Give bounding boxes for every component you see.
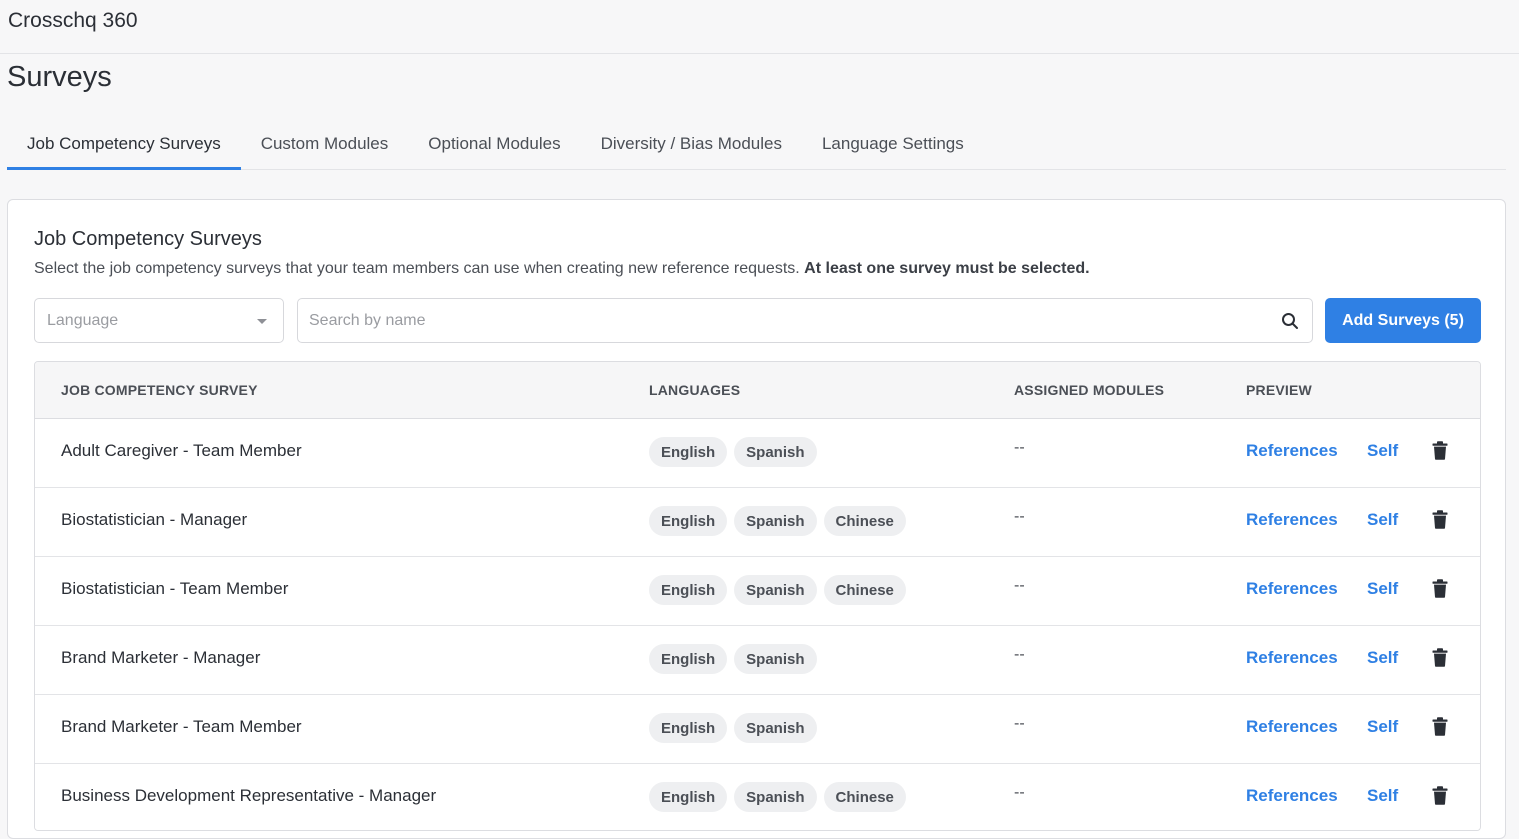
language-chip: English bbox=[649, 644, 728, 674]
language-chip: Chinese bbox=[823, 782, 906, 812]
surveys-card: Job Competency Surveys Select the job co… bbox=[7, 199, 1506, 839]
assigned-modules: -- bbox=[1014, 784, 1025, 801]
language-chip: English bbox=[649, 575, 728, 605]
assigned-modules: -- bbox=[1014, 646, 1025, 663]
language-chips: English Spanish bbox=[649, 644, 817, 674]
app-title: Crosschq 360 bbox=[8, 8, 138, 32]
preview-references-link[interactable]: References bbox=[1246, 510, 1338, 530]
assigned-modules: -- bbox=[1014, 577, 1025, 594]
language-chip: English bbox=[649, 713, 728, 743]
description-required-note: At least one survey must be selected. bbox=[804, 260, 1090, 277]
preview-references-link[interactable]: References bbox=[1246, 579, 1338, 599]
header-preview: PREVIEW bbox=[1246, 382, 1312, 398]
header-languages: LANGUAGES bbox=[649, 382, 741, 398]
table-row: Brand Marketer - Team Member English Span… bbox=[35, 695, 1480, 764]
table-row: Adult Caregiver - Team Member English Spa… bbox=[35, 419, 1480, 488]
preview-self-link[interactable]: Self bbox=[1367, 510, 1398, 530]
table-row: Biostatistician - Manager English Spanish… bbox=[35, 488, 1480, 557]
app-header: Crosschq 360 bbox=[0, 0, 1519, 54]
table-row: Brand Marketer - Manager English Spanish … bbox=[35, 626, 1480, 695]
language-chip: Spanish bbox=[734, 713, 817, 743]
survey-name: Biostatistician - Manager bbox=[61, 510, 248, 529]
table-header: JOB COMPETENCY SURVEY LANGUAGES ASSIGNED… bbox=[35, 362, 1480, 419]
assigned-modules: -- bbox=[1014, 715, 1025, 732]
trash-icon[interactable] bbox=[1432, 786, 1448, 810]
language-chip: Spanish bbox=[734, 644, 817, 674]
add-surveys-button[interactable]: Add Surveys (5) bbox=[1325, 298, 1481, 343]
language-chip: Chinese bbox=[823, 506, 906, 536]
trash-icon[interactable] bbox=[1432, 717, 1448, 741]
header-survey: JOB COMPETENCY SURVEY bbox=[61, 382, 258, 398]
survey-name: Biostatistician - Team Member bbox=[61, 579, 289, 598]
language-chips: English Spanish Chinese bbox=[649, 782, 906, 812]
description-text: Select the job competency surveys that y… bbox=[34, 260, 800, 277]
tab-language-settings[interactable]: Language Settings bbox=[802, 119, 984, 170]
language-select[interactable]: Language bbox=[34, 298, 284, 343]
assigned-modules: -- bbox=[1014, 508, 1025, 525]
survey-name: Adult Caregiver - Team Member bbox=[61, 441, 302, 460]
language-chip: Spanish bbox=[734, 506, 817, 536]
language-chips: English Spanish bbox=[649, 437, 817, 467]
preview-references-link[interactable]: References bbox=[1246, 441, 1338, 461]
preview-self-link[interactable]: Self bbox=[1367, 786, 1398, 806]
table-body: Adult Caregiver - Team Member English Spa… bbox=[35, 419, 1480, 830]
language-chips: English Spanish bbox=[649, 713, 817, 743]
language-chip: English bbox=[649, 782, 728, 812]
preview-self-link[interactable]: Self bbox=[1367, 717, 1398, 737]
tab-bar: Job Competency Surveys Custom Modules Op… bbox=[7, 119, 1506, 170]
tab-diversity-bias-modules[interactable]: Diversity / Bias Modules bbox=[581, 119, 802, 170]
survey-name: Business Development Representative - Ma… bbox=[61, 786, 437, 805]
language-chip: Chinese bbox=[823, 575, 906, 605]
trash-icon[interactable] bbox=[1432, 510, 1448, 534]
language-chip: English bbox=[649, 506, 728, 536]
tab-optional-modules[interactable]: Optional Modules bbox=[408, 119, 580, 170]
table-row: Business Development Representative - Ma… bbox=[35, 764, 1480, 830]
preview-self-link[interactable]: Self bbox=[1367, 579, 1398, 599]
trash-icon[interactable] bbox=[1432, 441, 1448, 465]
card-title: Job Competency Surveys bbox=[34, 228, 262, 250]
table-row: Biostatistician - Team Member English Spa… bbox=[35, 557, 1480, 626]
preview-references-link[interactable]: References bbox=[1246, 717, 1338, 737]
language-chip: Spanish bbox=[734, 437, 817, 467]
survey-name: Brand Marketer - Manager bbox=[61, 648, 261, 667]
search-input[interactable] bbox=[298, 299, 1258, 342]
preview-references-link[interactable]: References bbox=[1246, 648, 1338, 668]
preview-self-link[interactable]: Self bbox=[1367, 648, 1398, 668]
chevron-down-icon bbox=[257, 319, 267, 324]
language-chip: English bbox=[649, 437, 728, 467]
search-box bbox=[297, 298, 1313, 343]
card-description: Select the job competency surveys that y… bbox=[34, 260, 1090, 278]
trash-icon[interactable] bbox=[1432, 648, 1448, 672]
language-chip: Spanish bbox=[734, 782, 817, 812]
survey-name: Brand Marketer - Team Member bbox=[61, 717, 302, 736]
surveys-table: JOB COMPETENCY SURVEY LANGUAGES ASSIGNED… bbox=[34, 361, 1481, 831]
language-chip: Spanish bbox=[734, 575, 817, 605]
language-chips: English Spanish Chinese bbox=[649, 506, 906, 536]
language-chips: English Spanish Chinese bbox=[649, 575, 906, 605]
tab-job-competency-surveys[interactable]: Job Competency Surveys bbox=[7, 119, 241, 170]
preview-references-link[interactable]: References bbox=[1246, 786, 1338, 806]
language-select-placeholder: Language bbox=[47, 311, 119, 329]
assigned-modules: -- bbox=[1014, 439, 1025, 456]
page-title: Surveys bbox=[7, 61, 112, 93]
preview-self-link[interactable]: Self bbox=[1367, 441, 1398, 461]
search-icon[interactable] bbox=[1281, 312, 1299, 335]
header-modules: ASSIGNED MODULES bbox=[1014, 382, 1165, 398]
tab-custom-modules[interactable]: Custom Modules bbox=[241, 119, 409, 170]
trash-icon[interactable] bbox=[1432, 579, 1448, 603]
